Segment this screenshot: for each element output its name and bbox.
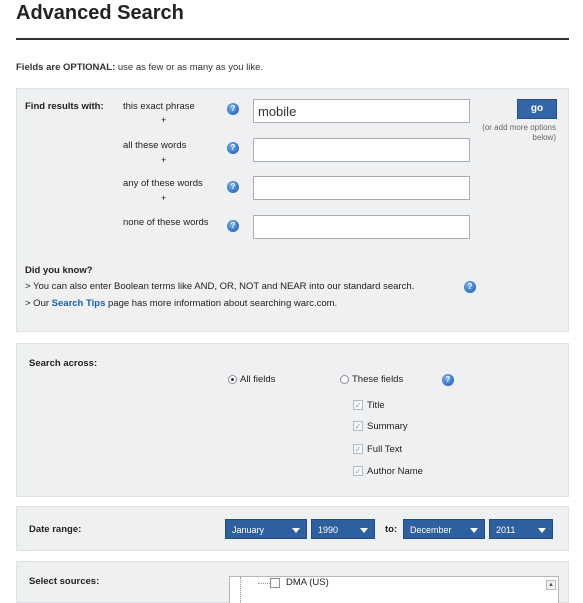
all-fields-radio[interactable] (228, 375, 237, 384)
help-icon[interactable]: ? (227, 220, 239, 232)
to-year-value: 2011 (496, 525, 516, 535)
summary-checkbox[interactable]: ✓ (353, 421, 363, 431)
did-you-know-heading: Did you know? (25, 265, 93, 276)
optional-note-text: use as few or as many as you like. (115, 62, 264, 73)
to-month-select[interactable]: December (403, 519, 485, 539)
help-icon[interactable]: ? (442, 374, 454, 386)
chevron-down-icon (470, 528, 478, 533)
help-icon[interactable]: ? (227, 142, 239, 154)
title-checkbox[interactable]: ✓ (353, 400, 363, 410)
author-name-checkbox-label: Author Name (367, 466, 423, 477)
optional-note-bold: Fields are OPTIONAL: (16, 62, 116, 73)
boolean-tip: > You can also enter Boolean terms like … (25, 281, 414, 292)
search-across-panel: Search across: All fields These fields ?… (16, 343, 569, 497)
find-results-label: Find results with: (25, 101, 104, 112)
optional-note: Fields are OPTIONAL: use as few or as ma… (16, 62, 263, 73)
all-words-input[interactable] (253, 138, 470, 162)
source-item-dma-us[interactable]: DMA (US) (286, 577, 329, 588)
full-text-checkbox-label: Full Text (367, 444, 403, 455)
select-sources-panel: Select sources: DMA (US) ▲ (16, 561, 569, 603)
all-words-label: all these words (123, 140, 187, 151)
source-checkbox[interactable] (270, 578, 280, 588)
title-checkbox-label: Title (367, 400, 385, 411)
go-note: (or add more options below) (482, 123, 556, 142)
author-name-checkbox[interactable]: ✓ (353, 466, 363, 476)
to-label: to: (385, 524, 398, 535)
from-month-value: January (232, 525, 265, 535)
tree-connector (240, 577, 241, 603)
these-fields-radio[interactable] (340, 375, 349, 384)
tree-branch (258, 583, 270, 584)
from-year-select[interactable]: 1990 (311, 519, 375, 539)
search-across-label: Search across: (29, 358, 98, 369)
chevron-down-icon (538, 528, 546, 533)
help-icon[interactable]: ? (227, 103, 239, 115)
date-range-panel: Date range: January 1990 to: December 20… (16, 506, 569, 551)
search-tips-link[interactable]: Search Tips (52, 298, 106, 309)
exact-phrase-label: this exact phrase (123, 101, 195, 112)
full-text-checkbox[interactable]: ✓ (353, 444, 363, 454)
title-divider (16, 38, 569, 40)
none-words-label: none of these words (123, 217, 209, 228)
help-icon[interactable]: ? (464, 281, 476, 293)
chevron-down-icon (292, 528, 300, 533)
search-tips-post: page has more information about searchin… (105, 298, 338, 309)
any-words-input[interactable] (253, 176, 470, 200)
plus-sign: + (161, 193, 167, 203)
all-fields-label[interactable]: All fields (240, 374, 275, 385)
find-results-panel: Find results with: this exact phrase + ?… (16, 88, 569, 332)
to-year-select[interactable]: 2011 (489, 519, 553, 539)
chevron-down-icon (360, 528, 368, 533)
summary-checkbox-label: Summary (367, 421, 408, 432)
these-fields-label[interactable]: These fields (352, 374, 403, 385)
help-icon[interactable]: ? (227, 181, 239, 193)
search-tips-pre: > Our (25, 298, 52, 309)
scroll-up-button[interactable]: ▲ (546, 580, 556, 590)
none-words-input[interactable] (253, 215, 470, 239)
exact-phrase-input[interactable] (253, 99, 470, 123)
to-month-value: December (410, 525, 452, 535)
from-month-select[interactable]: January (225, 519, 307, 539)
boolean-tip-text: > You can also enter Boolean terms like … (25, 281, 415, 292)
go-button[interactable]: go (517, 99, 557, 119)
sources-tree[interactable]: DMA (US) ▲ (229, 576, 559, 603)
from-year-value: 1990 (318, 525, 339, 535)
search-tips-line: > Our Search Tips page has more informat… (25, 298, 337, 309)
any-words-label: any of these words (123, 178, 203, 189)
page-title: Advanced Search (16, 2, 184, 24)
date-range-label: Date range: (29, 524, 82, 535)
plus-sign: + (161, 155, 167, 165)
select-sources-label: Select sources: (29, 576, 100, 587)
plus-sign: + (161, 115, 167, 125)
